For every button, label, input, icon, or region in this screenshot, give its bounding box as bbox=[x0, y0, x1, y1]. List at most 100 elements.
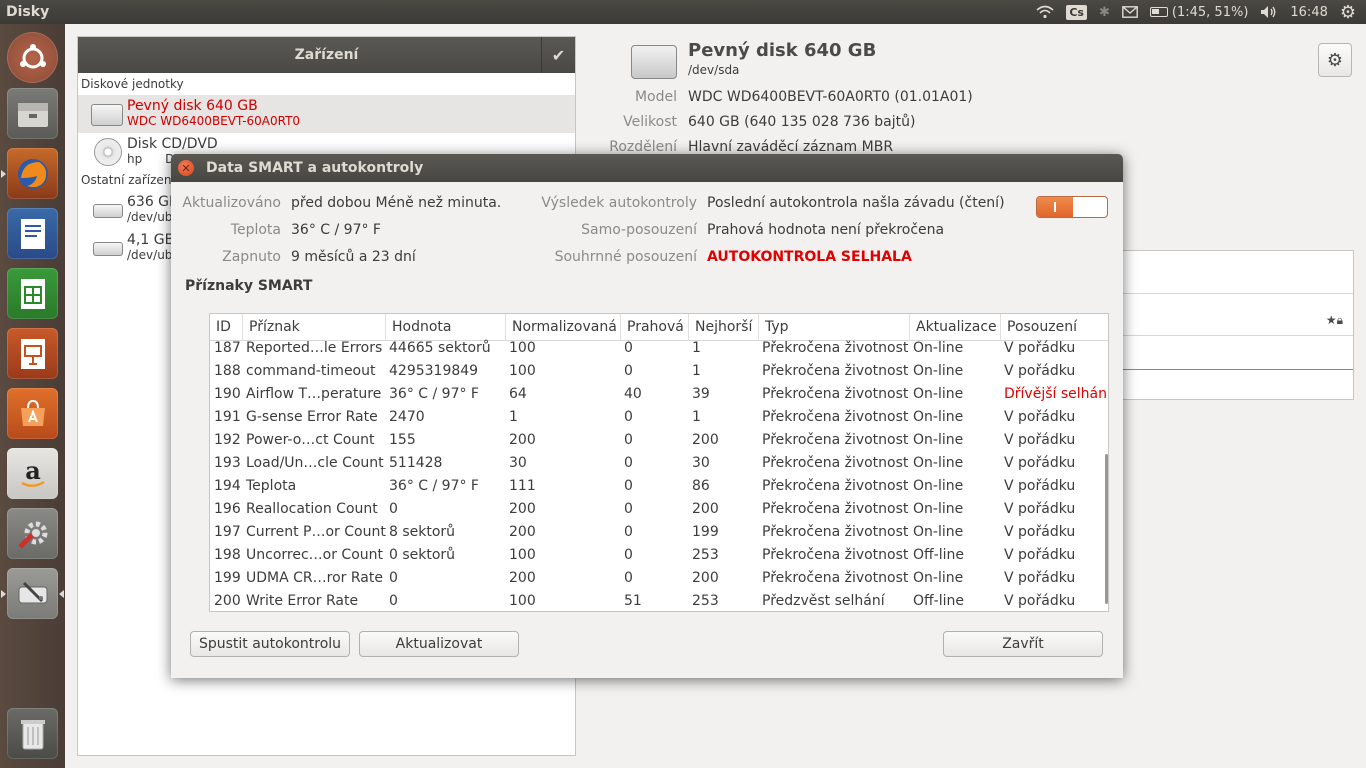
cell-normalized: 100 bbox=[509, 547, 536, 563]
table-row[interactable]: 190 Airflow T…perature 36° C / 97° F 64 40 39… bbox=[210, 383, 1109, 406]
star-lock-icon: ★🔒︎ bbox=[1325, 313, 1343, 327]
smart-enable-toggle[interactable] bbox=[1036, 196, 1108, 218]
cell-updates: On-line bbox=[913, 363, 964, 379]
cell-value: 155 bbox=[389, 432, 416, 448]
cell-threshold: 0 bbox=[624, 501, 633, 517]
refresh-button[interactable]: Aktualizovat bbox=[359, 631, 519, 657]
cell-id: 192 bbox=[214, 432, 241, 448]
cell-updates: Off-line bbox=[913, 547, 964, 563]
device-item-hdd[interactable]: Pevný disk 640 GB WDC WD6400BEVT-60A0RT0 bbox=[78, 95, 575, 133]
cell-assessment: V pořádku bbox=[1004, 570, 1076, 586]
start-selftest-button[interactable]: Spustit autokontrolu bbox=[190, 631, 350, 657]
gear-icon: ⚙ bbox=[1326, 49, 1344, 71]
drive-options-button[interactable]: ⚙ bbox=[1318, 43, 1352, 77]
wifi-icon[interactable] bbox=[1036, 5, 1054, 19]
cell-normalized: 111 bbox=[509, 478, 536, 494]
volume-icon[interactable] bbox=[1260, 5, 1278, 19]
close-button[interactable]: Zavřít bbox=[943, 631, 1103, 657]
disk-device-path: /dev/sda bbox=[688, 63, 740, 77]
cell-id: 191 bbox=[214, 409, 241, 425]
focused-indicator bbox=[59, 590, 64, 598]
cell-updates: On-line bbox=[913, 340, 964, 356]
table-row[interactable]: 199 UDMA CR…ror Rate 0 200 0 200 Překročena ži… bbox=[210, 567, 1106, 590]
cell-normalized: 200 bbox=[509, 501, 536, 517]
detail-key: Velikost bbox=[623, 114, 677, 130]
battery-indicator[interactable]: (1:45, 51%) bbox=[1149, 5, 1248, 20]
cell-threshold: 0 bbox=[624, 570, 633, 586]
table-row[interactable]: 193 Load/Un…cle Count 511428 30 0 30 Překročen… bbox=[210, 452, 1106, 475]
keyboard-layout-indicator[interactable]: Cs bbox=[1066, 4, 1087, 20]
cell-type: Překročena životnost bbox=[762, 478, 909, 494]
drive-icon bbox=[93, 242, 123, 256]
table-row[interactable]: 197 Current P…or Count 8 sektorů 200 0 199 Pře… bbox=[210, 521, 1106, 544]
info-selftest-result-value: Poslední autokontrola našla závadu (čten… bbox=[707, 195, 1005, 211]
launcher: a bbox=[0, 24, 65, 768]
cell-threshold: 0 bbox=[624, 478, 633, 494]
table-row[interactable]: 188 command-timeout 4295319849 100 0 1 Překroč… bbox=[210, 360, 1106, 383]
cell-type: Překročena životnost bbox=[762, 409, 909, 425]
device-name: Pevný disk 640 GB bbox=[127, 98, 258, 114]
clock[interactable]: 16:48 bbox=[1290, 5, 1327, 20]
divider bbox=[1122, 335, 1353, 336]
cell-id: 190 bbox=[214, 386, 241, 402]
cell-threshold: 0 bbox=[624, 524, 633, 540]
cell-normalized: 30 bbox=[509, 455, 527, 471]
cell-updates: On-line bbox=[913, 501, 964, 517]
select-mode-check-icon[interactable]: ✔ bbox=[541, 37, 575, 73]
cell-assessment: Dřívější selhání bbox=[1004, 386, 1109, 402]
table-row[interactable]: 187 Reported…le Errors 44665 sektorů 100 0 1 P… bbox=[210, 337, 1106, 360]
svg-text:a: a bbox=[25, 457, 41, 485]
impress-icon[interactable] bbox=[7, 328, 58, 379]
cell-value: 44665 sektorů bbox=[389, 340, 491, 356]
cell-normalized: 64 bbox=[509, 386, 527, 402]
divider bbox=[1122, 293, 1353, 294]
cell-id: 200 bbox=[214, 593, 241, 609]
cell-value: 2470 bbox=[389, 409, 425, 425]
bluetooth-icon[interactable]: ✱ bbox=[1099, 5, 1110, 20]
table-row[interactable]: 198 Uncorrec…or Count 0 sektorů 100 0 253 Přek… bbox=[210, 544, 1106, 567]
detail-key: Model bbox=[634, 89, 677, 105]
info-key: Samo-posouzení bbox=[581, 222, 697, 238]
cell-normalized: 100 bbox=[509, 340, 536, 356]
cell-attribute: Write Error Rate bbox=[246, 593, 359, 609]
mail-icon[interactable] bbox=[1121, 6, 1138, 18]
hard-disk-icon bbox=[91, 104, 123, 126]
info-updated-value: před dobou Méně než minuta. bbox=[291, 195, 502, 211]
table-row[interactable]: 200 Write Error Rate 0 100 51 253 Předzvěst se… bbox=[210, 590, 1106, 611]
app-title: Disky bbox=[6, 4, 50, 20]
cell-normalized: 200 bbox=[509, 524, 536, 540]
cell-threshold: 0 bbox=[624, 432, 633, 448]
close-icon[interactable]: ✕ bbox=[178, 160, 194, 176]
system-settings-icon[interactable] bbox=[7, 508, 58, 559]
table-row[interactable]: 194 Teplota 36° C / 97° F 111 0 86 Překročena … bbox=[210, 475, 1106, 498]
smart-attributes-table[interactable]: ID Příznak Hodnota Normalizovaná Prahová… bbox=[209, 313, 1109, 612]
disks-icon[interactable] bbox=[7, 568, 58, 619]
overall-assessment-status: AUTOKONTROLA SELHALA bbox=[707, 249, 912, 265]
session-gear-icon[interactable]: ⚙ bbox=[1340, 2, 1356, 23]
cell-updates: On-line bbox=[913, 524, 964, 540]
cell-threshold: 51 bbox=[624, 593, 642, 609]
table-row[interactable]: 192 Power-o…ct Count 155 200 0 200 Překročena … bbox=[210, 429, 1106, 452]
software-center-icon[interactable] bbox=[7, 388, 58, 439]
cell-type: Překročena životnost bbox=[762, 363, 909, 379]
cell-worst: 1 bbox=[692, 340, 701, 356]
calc-icon[interactable] bbox=[7, 268, 58, 319]
cell-value: 0 bbox=[389, 593, 398, 609]
table-row[interactable]: 191 G-sense Error Rate 2470 1 0 1 Překročena ž… bbox=[210, 406, 1106, 429]
cell-attribute: Uncorrec…or Count bbox=[246, 547, 383, 563]
device-model: WDC WD6400BEVT-60A0RT0 bbox=[127, 114, 301, 128]
writer-icon[interactable] bbox=[7, 208, 58, 259]
cell-value: 8 sektorů bbox=[389, 524, 456, 540]
cell-attribute: Power-o…ct Count bbox=[246, 432, 375, 448]
table-scrollbar[interactable] bbox=[1105, 454, 1108, 604]
amazon-icon[interactable]: a bbox=[7, 448, 58, 499]
group-label-disk-drives: Diskové jednotky bbox=[81, 77, 184, 91]
dash-home-icon[interactable] bbox=[7, 32, 58, 83]
cell-normalized: 200 bbox=[509, 432, 536, 448]
trash-icon[interactable] bbox=[7, 708, 58, 759]
firefox-icon[interactable] bbox=[7, 148, 58, 199]
cell-id: 188 bbox=[214, 363, 241, 379]
table-row[interactable]: 196 Reallocation Count 0 200 0 200 Překročena … bbox=[210, 498, 1106, 521]
files-icon[interactable] bbox=[7, 88, 58, 139]
cell-type: Překročena životnost bbox=[762, 432, 909, 448]
